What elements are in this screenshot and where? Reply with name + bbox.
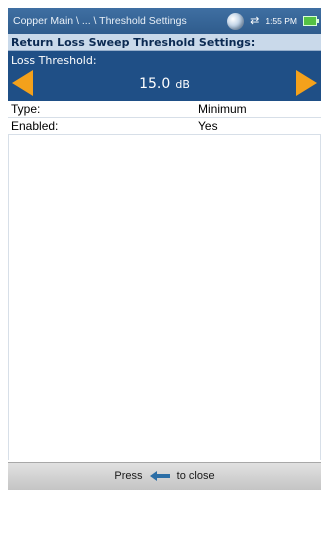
threshold-properties: Type: Minimum Enabled: Yes [8, 101, 321, 135]
battery-icon [303, 16, 319, 26]
loss-threshold-control: Loss Threshold: 15.0 dB [8, 51, 321, 101]
clock: 1:55 PM [265, 16, 297, 26]
breadcrumb[interactable]: Copper Main \ ... \ Threshold Settings [13, 15, 187, 27]
help-text-before: Press [114, 470, 143, 482]
status-area: ⇄ 1:55 PM [227, 12, 319, 30]
threshold-unit: dB [175, 78, 190, 91]
property-label: Type: [11, 102, 41, 116]
sync-icon: ⇄ [250, 14, 260, 27]
help-bar: Press to close [8, 462, 321, 491]
section-header: Return Loss Sweep Threshold Settings: [8, 34, 321, 51]
section-title: Return Loss Sweep Threshold Settings: [11, 36, 256, 49]
property-row-type[interactable]: Type: Minimum [8, 101, 321, 118]
close-instruction: Press to close [8, 470, 321, 482]
property-value: Minimum [198, 102, 247, 116]
device-frame-right [321, 0, 329, 533]
device-frame-left [0, 0, 8, 533]
property-label: Enabled: [11, 119, 59, 133]
threshold-number: 15.0 [139, 76, 171, 92]
help-text-after: to close [176, 470, 215, 482]
loss-threshold-label: Loss Threshold: [11, 54, 97, 67]
increase-arrow-icon[interactable] [296, 70, 317, 96]
property-value: Yes [198, 119, 218, 133]
title-bar: Copper Main \ ... \ Threshold Settings ⇄… [8, 8, 321, 34]
globe-icon[interactable] [227, 12, 245, 30]
device-screen: Copper Main \ ... \ Threshold Settings ⇄… [0, 0, 329, 533]
property-row-enabled[interactable]: Enabled: Yes [8, 118, 321, 135]
lower-blank-area [8, 490, 321, 533]
content-area [8, 135, 321, 460]
loss-threshold-value[interactable]: 15.0 dB [8, 73, 321, 92]
back-arrow-icon [149, 471, 170, 482]
